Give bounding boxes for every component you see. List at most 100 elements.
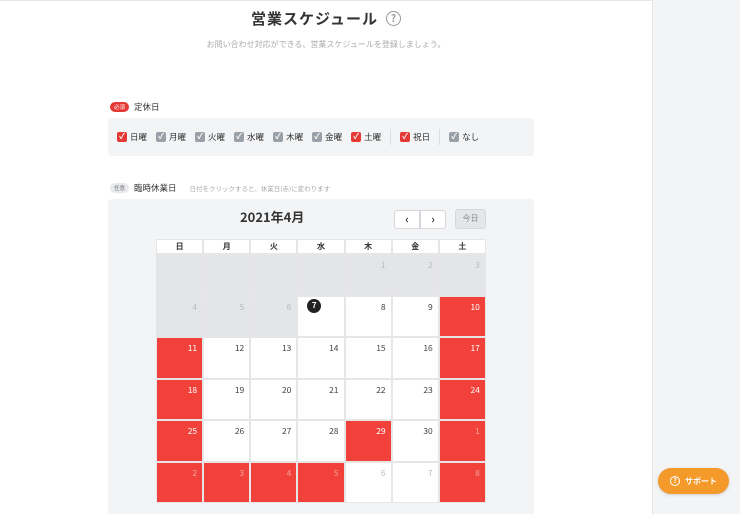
holiday-checkbox-3[interactable]: ✓ 水曜 bbox=[234, 131, 264, 143]
calendar-day-cell[interactable]: 20 bbox=[250, 378, 298, 420]
calendar-day-cell[interactable]: 4 bbox=[156, 295, 204, 337]
day-number: 4 bbox=[286, 466, 292, 479]
holiday-checkbox-5[interactable]: ✓ 金曜 bbox=[312, 131, 342, 143]
calendar-day-cell[interactable]: 7 bbox=[391, 461, 439, 503]
holiday-checkbox-1[interactable]: ✓ 月曜 bbox=[156, 131, 186, 143]
check-icon: ✓ bbox=[312, 132, 323, 142]
calendar-day-cell[interactable] bbox=[250, 254, 298, 296]
calendar-day-cell[interactable]: 3 bbox=[438, 254, 486, 296]
right-panel bbox=[652, 0, 740, 514]
calendar-day-cell[interactable]: 6 bbox=[344, 461, 392, 503]
calendar-day-cell[interactable]: 5 bbox=[297, 461, 345, 503]
day-number: 18 bbox=[187, 383, 198, 396]
day-number: 27 bbox=[281, 425, 292, 437]
page-title: 営業スケジュール bbox=[251, 8, 378, 30]
calendar-day-cell[interactable]: 22 bbox=[344, 378, 392, 420]
regular-holiday-checkboxes: ✓ 日曜 ✓ 月曜 ✓ 火曜 ✓ 水曜 ✓ 木曜 ✓ 金曜 ✓ 土曜 ✓ 祝日 ✓ なし bbox=[108, 118, 534, 156]
calendar-day-cell[interactable]: 26 bbox=[203, 420, 251, 462]
calendar-day-cell[interactable]: 3 bbox=[203, 461, 251, 503]
checkbox-label: 月曜 bbox=[169, 131, 187, 143]
calendar-day-cell[interactable]: 11 bbox=[156, 337, 204, 379]
calendar-day-cell[interactable]: 10 bbox=[438, 295, 486, 337]
holiday-checkbox-4[interactable]: ✓ 木曜 bbox=[273, 131, 303, 143]
checkbox-separator bbox=[439, 129, 441, 145]
calendar-day-cell[interactable]: 1 bbox=[344, 254, 392, 296]
calendar-day-cell[interactable] bbox=[203, 254, 251, 296]
calendar-day-cell[interactable]: 24 bbox=[438, 378, 486, 420]
calendar-day-cell[interactable]: 6 bbox=[250, 295, 298, 337]
page: 営業スケジュール? お問い合わせ対応ができる、営業スケジュールを登録しましょう。… bbox=[0, 0, 740, 514]
calendar-day-cell[interactable]: 17 bbox=[438, 337, 486, 379]
holiday-checkbox-2[interactable]: ✓ 火曜 bbox=[195, 131, 225, 143]
calendar-day-cell[interactable]: 23 bbox=[391, 378, 439, 420]
help-circle-icon: ? bbox=[670, 476, 680, 486]
calendar-day-cell[interactable]: 25 bbox=[156, 420, 204, 462]
check-icon: ✓ bbox=[273, 132, 284, 142]
day-number: 3 bbox=[475, 259, 480, 271]
next-month-button[interactable]: › bbox=[420, 210, 446, 229]
calendar-week-row: 4 5 6 7 8 9 10 bbox=[156, 295, 486, 337]
page-subtitle: お問い合わせ対応ができる、営業スケジュールを登録しましょう。 bbox=[206, 39, 446, 50]
calendar-day-cell[interactable]: 29 bbox=[344, 420, 392, 462]
calendar-day-cell[interactable] bbox=[297, 254, 345, 296]
day-number: 8 bbox=[475, 466, 480, 479]
calendar-day-cell[interactable]: 13 bbox=[250, 337, 298, 379]
calendar-day-cell[interactable]: 8 bbox=[438, 461, 486, 503]
calendar-day-cell[interactable]: 18 bbox=[156, 378, 204, 420]
day-number: 17 bbox=[470, 342, 480, 354]
day-number: 7 bbox=[428, 466, 433, 479]
calendar-day-cell[interactable]: 30 bbox=[391, 420, 439, 462]
check-icon: ✓ bbox=[449, 132, 460, 142]
calendar-day-cell[interactable]: 1 bbox=[438, 420, 486, 462]
calendar-day-cell[interactable]: 27 bbox=[250, 420, 298, 462]
day-number: 13 bbox=[281, 342, 292, 354]
calendar-day-cell[interactable]: 21 bbox=[297, 378, 345, 420]
calendar-day-cell[interactable]: 28 bbox=[297, 420, 345, 462]
chevron-left-icon: ‹ bbox=[405, 211, 409, 227]
calendar-day-cell[interactable]: 5 bbox=[203, 295, 251, 337]
today-date: 7 bbox=[307, 298, 322, 313]
support-label: サポート bbox=[685, 475, 717, 487]
calendar-week-row: 1 2 3 bbox=[156, 254, 486, 296]
calendar-day-cell[interactable]: 4 bbox=[250, 461, 298, 503]
calendar-week-row: 2 3 4 5 6 7 8 bbox=[156, 461, 486, 503]
calendar-day-cell[interactable]: 14 bbox=[297, 337, 345, 379]
today-button[interactable]: 今日 bbox=[455, 209, 486, 229]
calendar-day-cell[interactable]: 7 bbox=[297, 295, 345, 337]
temporary-holiday-hint: 日付をクリックすると、休業日(赤)に変わります bbox=[189, 183, 331, 193]
holiday-checkbox-8[interactable]: ✓ なし bbox=[449, 131, 479, 143]
day-number: 1 bbox=[380, 259, 386, 271]
calendar-day-cell[interactable]: 16 bbox=[391, 337, 439, 379]
checkbox-label: 土曜 bbox=[364, 131, 382, 143]
calendar-week-row: 25 26 27 28 29 30 1 bbox=[156, 420, 486, 462]
holiday-checkbox-0[interactable]: ✓ 日曜 bbox=[117, 131, 147, 143]
chevron-right-icon: › bbox=[431, 211, 435, 227]
calendar-day-cell[interactable]: 12 bbox=[203, 337, 251, 379]
prev-month-button[interactable]: ‹ bbox=[394, 210, 420, 229]
title-row: 営業スケジュール? bbox=[0, 4, 652, 29]
required-badge: 必須 bbox=[110, 102, 130, 112]
day-number: 10 bbox=[470, 300, 480, 313]
calendar-day-cell[interactable]: 2 bbox=[391, 254, 439, 296]
calendar-day-cell[interactable]: 15 bbox=[344, 337, 392, 379]
calendar-day-cell[interactable]: 8 bbox=[344, 295, 392, 337]
holiday-checkbox-7[interactable]: ✓ 祝日 bbox=[400, 131, 430, 143]
checkbox-label: 日曜 bbox=[130, 131, 148, 143]
weekday-header: 金 bbox=[391, 239, 439, 254]
check-icon: ✓ bbox=[156, 132, 167, 142]
holiday-checkbox-6[interactable]: ✓ 土曜 bbox=[351, 131, 381, 143]
day-number: 5 bbox=[333, 466, 339, 479]
support-button[interactable]: ? サポート bbox=[658, 468, 729, 494]
checkbox-label: 金曜 bbox=[325, 131, 343, 143]
day-number: 30 bbox=[423, 425, 433, 437]
day-number: 15 bbox=[376, 342, 386, 354]
calendar-day-cell[interactable]: 9 bbox=[391, 295, 439, 337]
calendar-day-cell[interactable]: 2 bbox=[156, 461, 204, 503]
calendar-month-title: 2021年4月 bbox=[240, 207, 305, 226]
calendar-day-cell[interactable]: 19 bbox=[203, 378, 251, 420]
calendar-day-cell[interactable] bbox=[156, 254, 204, 296]
weekday-header: 月 bbox=[203, 239, 251, 254]
day-number: 25 bbox=[187, 425, 198, 437]
help-icon[interactable]: ? bbox=[385, 11, 401, 27]
checkbox-separator bbox=[390, 129, 392, 145]
